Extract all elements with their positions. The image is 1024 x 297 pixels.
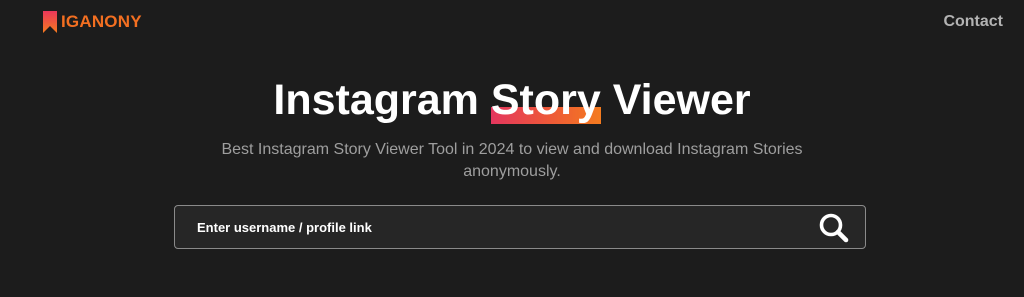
bookmark-logo-icon — [43, 11, 57, 33]
username-search-input[interactable] — [197, 206, 797, 248]
brand-name: IGANONY — [61, 12, 142, 31]
page-title: Instagram Story Viewer — [0, 74, 1024, 126]
title-part-before: Instagram — [273, 76, 491, 124]
title-part-after: Viewer — [600, 76, 751, 124]
top-navbar: IGANONY Contact — [0, 0, 1024, 44]
contact-link[interactable]: Contact — [943, 13, 1003, 31]
page-subtitle: Best Instagram Story Viewer Tool in 2024… — [221, 141, 803, 180]
search-button[interactable] — [817, 212, 851, 244]
search-icon — [819, 213, 849, 243]
title-highlight-word: Story — [490, 76, 601, 124]
brand-logo-link[interactable]: IGANONY — [42, 10, 142, 34]
search-bar — [174, 205, 866, 249]
